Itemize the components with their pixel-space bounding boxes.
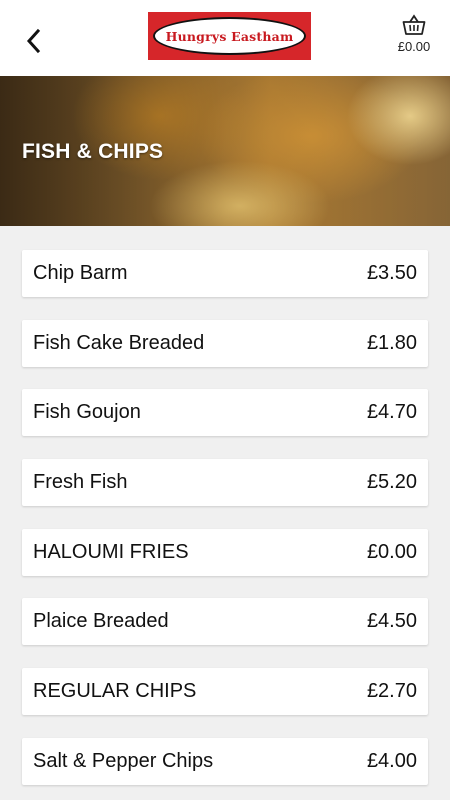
menu-item-name: Plaice Breaded (33, 610, 169, 633)
menu-item-name: Fish Goujon (33, 401, 141, 424)
menu-item-name: Salt & Pepper Chips (33, 749, 214, 772)
logo-text: Hungrys Eastham (165, 28, 294, 44)
menu-item-price: £4.70 (366, 401, 417, 424)
menu-item[interactable]: Fresh Fish £5.20 (22, 459, 428, 507)
menu-item[interactable]: REGULAR CHIPS £2.70 (22, 668, 428, 716)
menu-item-price: £4.50 (366, 610, 417, 633)
menu-item-price: £3.50 (366, 262, 417, 284)
chevron-left-icon (26, 28, 41, 54)
menu-item-price: £0.00 (366, 540, 417, 563)
menu-item-name: Fish Cake Breaded (33, 331, 205, 354)
back-button[interactable] (16, 24, 50, 58)
restaurant-logo[interactable]: Hungrys Eastham (148, 12, 311, 60)
menu-item-price: £1.80 (366, 331, 417, 354)
menu-item-name: Fresh Fish (33, 471, 128, 494)
menu-item[interactable]: Chip Barm £3.50 (22, 250, 428, 297)
menu-item-name: Chip Barm (33, 262, 128, 284)
menu-item-list: Chip Barm £3.50 Fish Cake Breaded £1.80 … (22, 250, 428, 800)
menu-item-price: £4.00 (366, 749, 417, 772)
menu-item[interactable]: Salt & Pepper Chips £4.00 (22, 737, 428, 785)
app-header: Hungrys Eastham £0.00 (0, 0, 450, 76)
menu-item-name: HALOUMI FRIES (33, 540, 189, 563)
menu-item[interactable]: HALOUMI FRIES £0.00 (22, 528, 428, 576)
logo-oval: Hungrys Eastham (153, 17, 306, 55)
menu-item-price: £5.20 (366, 471, 417, 494)
menu-item[interactable]: Plaice Breaded £4.50 (22, 598, 428, 646)
category-banner: FISH & CHIPS (0, 76, 450, 226)
cart-button[interactable]: £0.00 (392, 14, 436, 62)
menu-item[interactable]: Fish Goujon £4.70 (22, 389, 428, 437)
menu-item-price: £2.70 (366, 680, 417, 703)
menu-item-name: REGULAR CHIPS (33, 680, 197, 703)
menu-item[interactable]: Fish Cake Breaded £1.80 (22, 319, 428, 367)
cart-total: £0.00 (397, 39, 431, 54)
category-title: FISH & CHIPS (22, 140, 164, 163)
basket-icon (402, 14, 426, 35)
